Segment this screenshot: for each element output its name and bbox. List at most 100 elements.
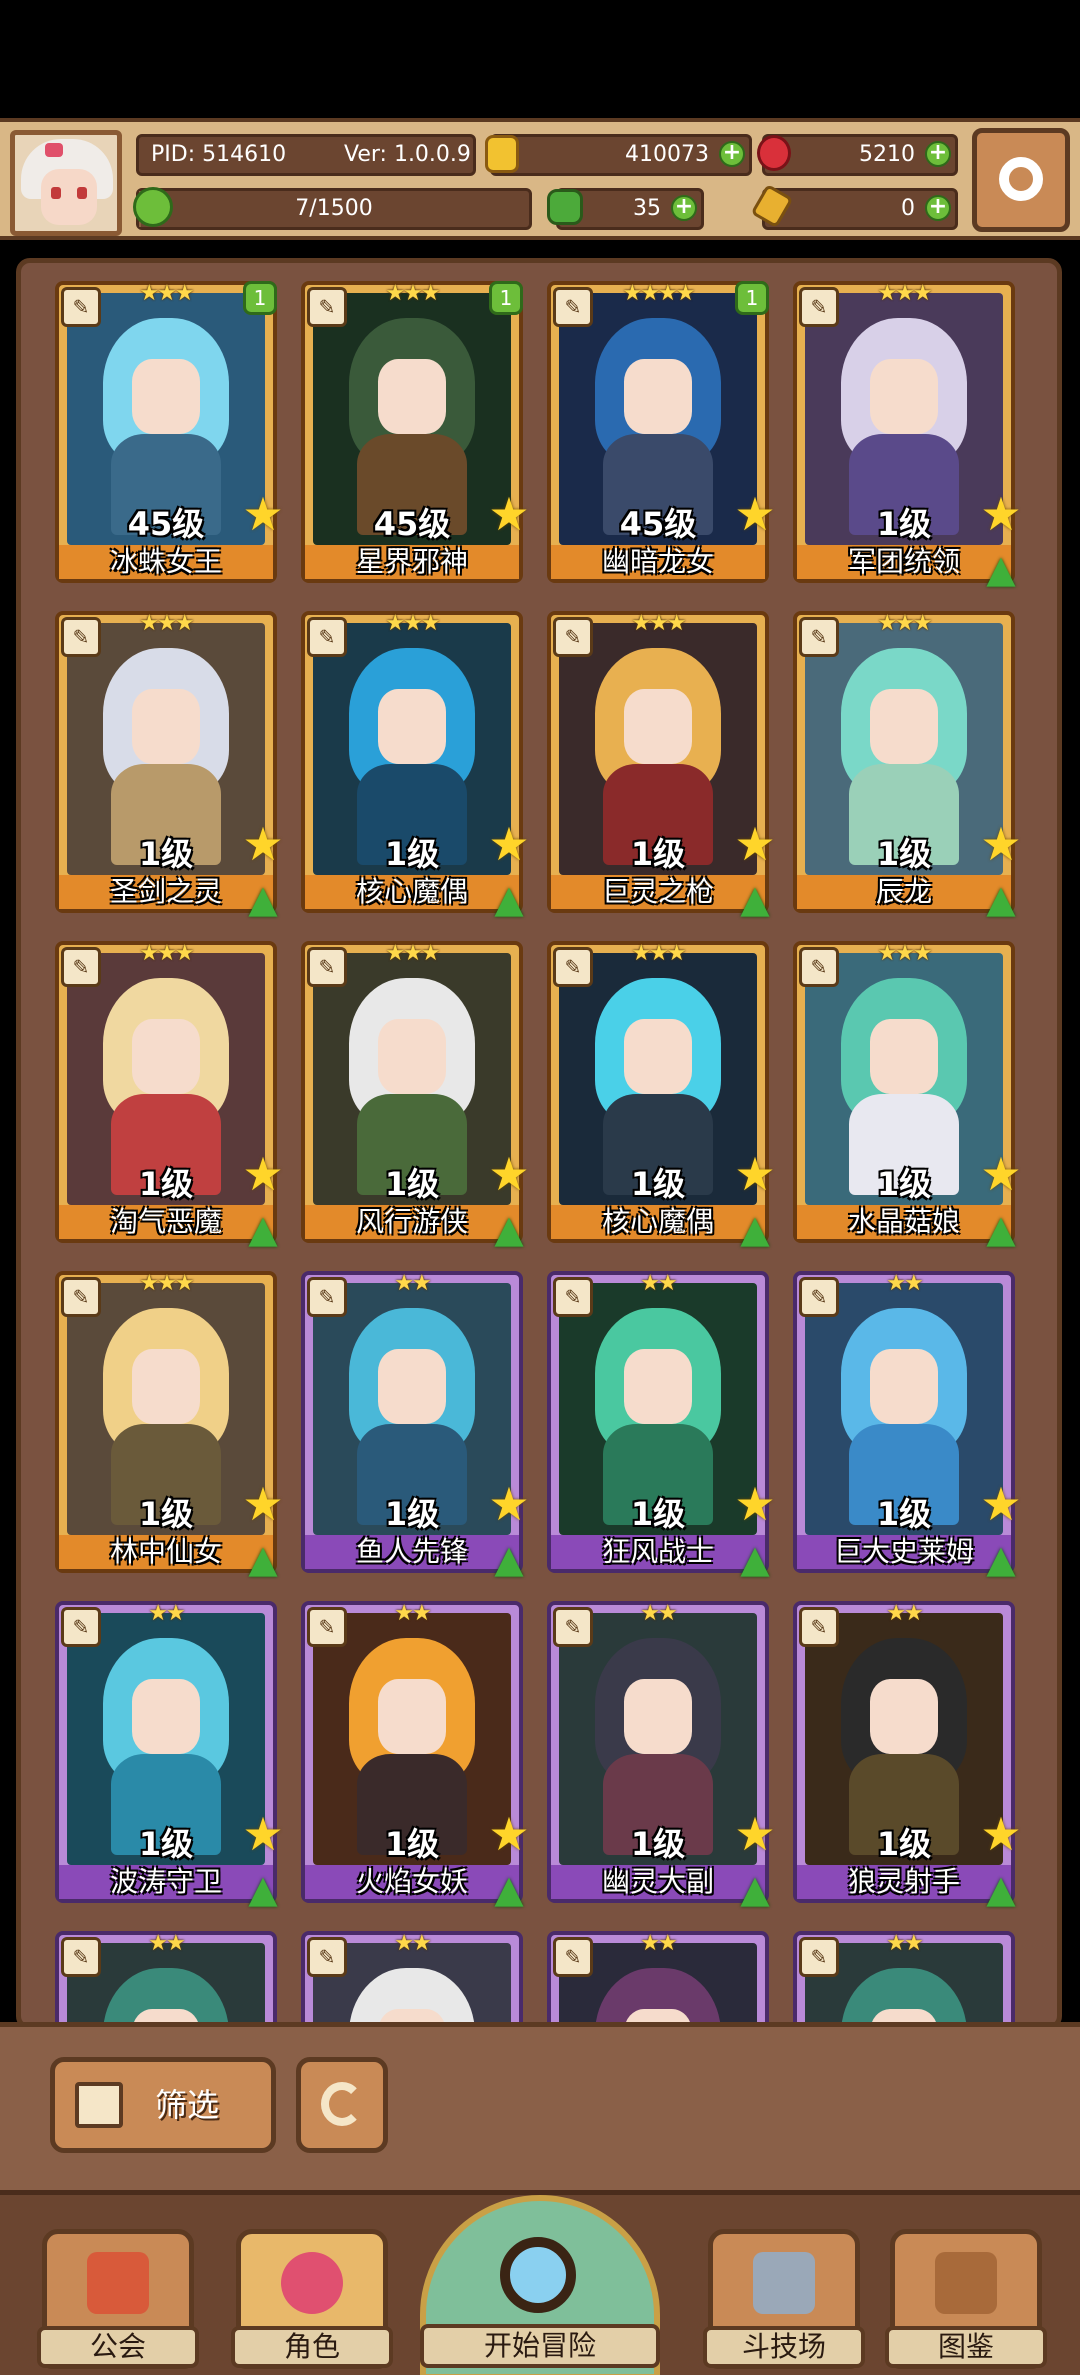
- character-card[interactable]: ✎ ★★ 1级 幽灵大副 ★ ▲: [547, 1601, 776, 1911]
- level-up-arrow-icon: ▲: [248, 1537, 278, 1581]
- star-rating: ★★★: [139, 281, 194, 306]
- star-rating: ★★: [640, 1601, 677, 1626]
- start-adventure-button[interactable]: 开始冒险: [420, 2195, 660, 2375]
- character-card[interactable]: ✎ ★★ 1级 巨大史莱姆 ★ ▲: [793, 1271, 1022, 1581]
- level-up-arrow-icon: ▲: [740, 1207, 770, 1251]
- character-card[interactable]: ✎ ★★ 1级 鱼人先锋 ★ ▲: [301, 1271, 530, 1581]
- level-up-arrow-icon: ▲: [494, 1537, 524, 1581]
- character-card[interactable]: ✎ ★★★ 1级 风行游侠 ★ ▲: [301, 941, 530, 1251]
- star-rating: ★★★: [631, 611, 686, 636]
- add-gem-button[interactable]: +: [925, 141, 951, 167]
- player-avatar[interactable]: [10, 130, 122, 236]
- portrait-face: [870, 358, 938, 435]
- star-upgrade-icon: ★: [734, 487, 776, 541]
- character-card[interactable]: ✎ ★★★ 1级 水晶菇娘 ★ ▲: [793, 941, 1022, 1251]
- header-bar: PID: 514610 Ver: 1.0.0.9 410073 + 5210 +…: [0, 118, 1080, 240]
- gem-amount: 5210: [859, 142, 915, 167]
- clover-icon: [547, 189, 583, 225]
- star-rating: ★★★: [877, 941, 932, 966]
- character-card[interactable]: ✎ ★★ 1级 狼灵射手 ★ ▲: [793, 1601, 1022, 1911]
- portrait-face: [378, 688, 446, 765]
- character-list-panel[interactable]: ✎ ★★★ 1 45级 冰蛛女王 ★ ✎ ★★★ 1 45级 星界邪神 ★ ✎ ★★★★ 1 45级 幽暗龙女 ★…: [16, 258, 1062, 2030]
- key-currency: 0 +: [750, 183, 958, 230]
- level-up-arrow-icon: ▲: [986, 877, 1016, 921]
- filter-grid-icon: [75, 2082, 123, 2128]
- nav-character[interactable]: 角色: [231, 2229, 393, 2369]
- refresh-button[interactable]: [296, 2057, 388, 2153]
- character-card[interactable]: ✎ ★★ 1级 波涛守卫 ★ ▲: [55, 1601, 284, 1911]
- star-upgrade-icon: ★: [242, 1807, 284, 1861]
- level-up-arrow-icon: ▲: [740, 1537, 770, 1581]
- level-up-arrow-icon: ▲: [494, 877, 524, 921]
- character-card[interactable]: ✎ ★★★ 1级 核心魔偶 ★ ▲: [547, 941, 776, 1251]
- star-rating: ★★: [394, 1271, 431, 1296]
- settings-button[interactable]: [972, 128, 1070, 232]
- portrait-face: [624, 358, 692, 435]
- add-gold-button[interactable]: +: [719, 141, 745, 167]
- level-up-arrow-icon: ▲: [248, 1207, 278, 1251]
- character-name: 星界邪神: [305, 545, 519, 579]
- character-card[interactable]: ✎ ★★★ 1 45级 冰蛛女王 ★: [55, 281, 284, 583]
- star-rating: ★★: [148, 1601, 185, 1626]
- star-rating: ★★★: [631, 941, 686, 966]
- level-up-arrow-icon: ▲: [248, 1867, 278, 1911]
- character-card[interactable]: ✎ ★★★ 1级 辰龙 ★ ▲: [793, 611, 1022, 921]
- star-rating: ★★★: [139, 611, 194, 636]
- star-upgrade-icon: ★: [734, 1477, 776, 1531]
- key-amount: 0: [901, 196, 915, 221]
- portrait-face: [624, 1348, 692, 1425]
- level-up-arrow-icon: ▲: [494, 1867, 524, 1911]
- version-label: Ver: 1.0.0.9: [344, 142, 471, 167]
- star-upgrade-icon: ★: [734, 1147, 776, 1201]
- character-card[interactable]: ✎ ★★★ 1 45级 星界邪神 ★: [301, 281, 530, 583]
- portrait-face: [870, 1348, 938, 1425]
- star-rating: ★★: [640, 1931, 677, 1956]
- character-card[interactable]: ✎ ★★ 1级 狂风战士 ★ ▲: [547, 1271, 776, 1581]
- player-info-bar: PID: 514610 Ver: 1.0.0.9: [136, 134, 476, 176]
- filter-button[interactable]: 筛选: [50, 2057, 276, 2153]
- star-upgrade-icon: ★: [488, 1477, 530, 1531]
- star-rating: ★★★: [877, 281, 932, 306]
- character-name: 冰蛛女王: [59, 545, 273, 579]
- refresh-icon: [321, 2082, 363, 2126]
- character-card[interactable]: ✎ ★★★ 1级 淘气恶魔 ★ ▲: [55, 941, 284, 1251]
- portrait-face: [378, 358, 446, 435]
- character-card[interactable]: ✎ ★★★ 1级 林中仙女 ★ ▲: [55, 1271, 284, 1581]
- portrait-face: [378, 1348, 446, 1425]
- character-card[interactable]: ✎ ★★: [301, 1931, 523, 2025]
- star-rating: ★★: [886, 1271, 923, 1296]
- portrait-face: [378, 1678, 446, 1755]
- character-card[interactable]: ✎ ★★: [55, 1931, 277, 2025]
- portrait-face: [132, 1678, 200, 1755]
- character-head-icon: [281, 2252, 343, 2314]
- book-icon: [935, 2252, 997, 2314]
- character-card[interactable]: ✎ ★★: [793, 1931, 1015, 2025]
- add-key-button[interactable]: +: [925, 195, 951, 221]
- portrait-face: [132, 358, 200, 435]
- star-upgrade-icon: ★: [488, 817, 530, 871]
- portrait-face: [624, 688, 692, 765]
- star-rating: ★★★: [139, 941, 194, 966]
- character-card[interactable]: ✎ ★★★ 1级 核心魔偶 ★ ▲: [301, 611, 530, 921]
- add-clover-button[interactable]: +: [671, 195, 697, 221]
- nav-album[interactable]: 图鉴: [885, 2229, 1047, 2369]
- character-card[interactable]: ✎ ★★ 1级 火焰女妖 ★ ▲: [301, 1601, 530, 1911]
- star-upgrade-icon: ★: [242, 487, 284, 541]
- character-card[interactable]: ✎ ★★★ 1级 军团统领 ★ ▲: [793, 281, 1022, 591]
- gold-coin-icon: [485, 135, 519, 173]
- level-up-arrow-icon: ▲: [986, 1867, 1016, 1911]
- ruby-gem-icon: [757, 135, 791, 171]
- character-card[interactable]: ✎ ★★: [547, 1931, 769, 2025]
- nav-arena[interactable]: 斗技场: [703, 2229, 865, 2369]
- character-card[interactable]: ✎ ★★★★ 1 45级 幽暗龙女 ★: [547, 281, 776, 583]
- portrait-face: [870, 1018, 938, 1095]
- character-card[interactable]: ✎ ★★★ 1级 巨灵之枪 ★ ▲: [547, 611, 776, 921]
- star-upgrade-icon: ★: [734, 817, 776, 871]
- character-card[interactable]: ✎ ★★★ 1级 圣剑之灵 ★ ▲: [55, 611, 284, 921]
- character-grid: ✎ ★★★ 1 45级 冰蛛女王 ★ ✎ ★★★ 1 45级 星界邪神 ★ ✎ ★★★★ 1 45级 幽暗龙女 ★…: [55, 281, 1035, 2025]
- level-up-arrow-icon: ▲: [986, 1207, 1016, 1251]
- star-rating: ★★★: [385, 281, 440, 306]
- portrait-face: [132, 1348, 200, 1425]
- star-upgrade-icon: ★: [980, 1477, 1022, 1531]
- nav-guild[interactable]: 公会: [37, 2229, 199, 2369]
